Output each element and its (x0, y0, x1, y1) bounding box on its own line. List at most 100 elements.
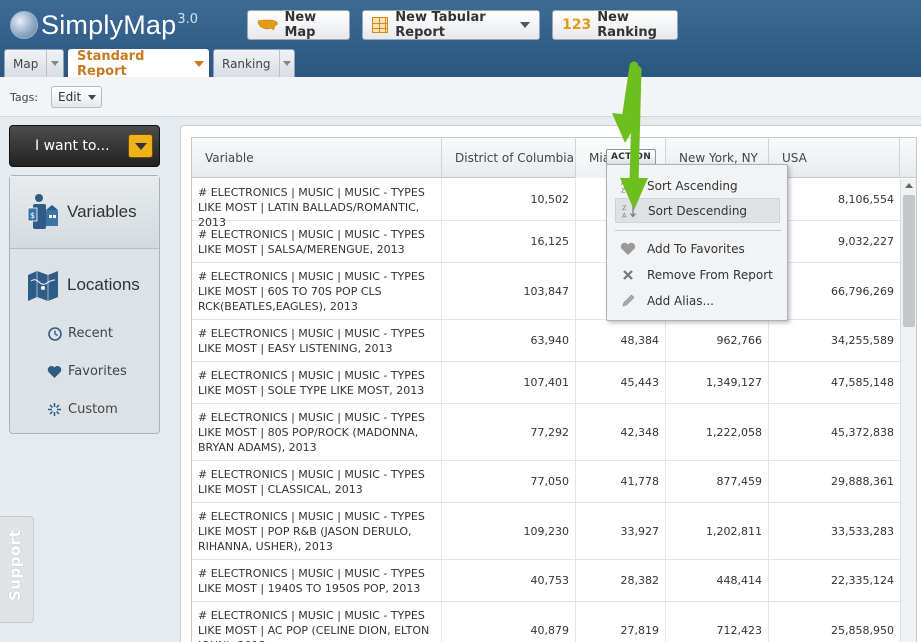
table-row[interactable]: # ELECTRONICS | MUSIC | MUSIC - TYPES LI… (192, 362, 900, 404)
cell-miami: 48,384 (576, 320, 666, 361)
cell-district-of-columbia: 40,879 (442, 602, 576, 642)
menu-add-to-favorites-label: Add To Favorites (647, 241, 745, 256)
cell-variable: # ELECTRONICS | MUSIC | MUSIC - TYPES LI… (192, 602, 442, 642)
cell-variable: # ELECTRONICS | MUSIC | MUSIC - TYPES LI… (192, 404, 442, 460)
chevron-down-icon[interactable] (520, 22, 530, 28)
chevron-down-icon (88, 94, 97, 100)
pencil-icon (619, 293, 637, 309)
scrollbar-thumb[interactable] (903, 195, 915, 327)
menu-add-alias-label: Add Alias... (647, 293, 714, 308)
i-want-to-button[interactable]: I want to... (9, 125, 160, 167)
menu-item-sort-descending[interactable]: ZA Sort Descending (615, 198, 780, 223)
menu-item-add-to-favorites[interactable]: Add To Favorites (615, 236, 780, 261)
sidebar-item-custom[interactable]: Custom (47, 402, 118, 417)
table-row[interactable]: # ELECTRONICS | MUSIC | MUSIC - TYPES LI… (192, 602, 900, 642)
tab-map-label: Map (13, 56, 39, 71)
sidebar-item-favorites[interactable]: Favorites (47, 364, 127, 379)
vertical-scrollbar[interactable] (900, 179, 916, 642)
tab-map[interactable]: Map (4, 49, 64, 77)
column-header-usa[interactable]: USA (769, 138, 900, 178)
heart-icon (619, 241, 637, 257)
sort-descending-icon: ZA (620, 203, 638, 219)
menu-item-sort-ascending[interactable]: AZ Sort Ascending (615, 173, 780, 198)
sidebar-item-variables[interactable]: $ Variables (10, 176, 159, 249)
clock-icon (47, 326, 62, 341)
i-want-to-label: I want to... (35, 138, 110, 154)
menu-separator (615, 230, 781, 231)
column-action-button[interactable]: ACTION (606, 149, 657, 165)
table-row[interactable]: # ELECTRONICS | MUSIC | MUSIC - TYPES LI… (192, 179, 900, 229)
grid-header: Variable District of Columbia Mia New Yo… (192, 138, 916, 178)
cell-miami: 42,348 (576, 404, 666, 460)
cell-new-york: 712,423 (666, 602, 769, 642)
tab-standard-report[interactable]: Standard Report (68, 49, 209, 79)
table-row[interactable]: # ELECTRONICS | MUSIC | MUSIC - TYPES LI… (192, 404, 900, 461)
cell-variable: # ELECTRONICS | MUSIC | MUSIC - TYPES LI… (192, 362, 442, 403)
tags-edit-label: Edit (58, 90, 82, 104)
cell-variable: # ELECTRONICS | MUSIC | MUSIC - TYPES LI… (192, 263, 442, 319)
tab-map-dropdown[interactable] (46, 50, 63, 77)
sidebar-favorites-label: Favorites (68, 364, 127, 379)
menu-item-remove-from-report[interactable]: Remove From Report (615, 262, 780, 287)
logo-version: 3.0 (177, 12, 199, 27)
cell-new-york: 1,349,127 (666, 362, 769, 403)
sidebar-item-recent[interactable]: Recent (47, 326, 113, 341)
simplymap-logo[interactable]: SimplyMap 3.0 (10, 10, 198, 40)
chevron-down-icon (282, 61, 291, 66)
sidebar-item-locations[interactable]: Locations (10, 250, 159, 320)
chevron-down-icon (134, 142, 147, 150)
svg-text:$: $ (30, 211, 35, 220)
table-row[interactable]: # ELECTRONICS | MUSIC | MUSIC - TYPES LI… (192, 263, 900, 320)
cell-district-of-columbia: 16,125 (442, 221, 576, 262)
close-icon (619, 267, 637, 283)
support-tab[interactable]: Support (0, 516, 34, 623)
cell-variable: # ELECTRONICS | MUSIC | MUSIC - TYPES LI… (192, 179, 442, 229)
tab-standard-report-dropdown[interactable] (191, 50, 208, 78)
sidebar-panel: $ Variables Locations Recent Favorites C… (9, 175, 160, 434)
column-header-label: New York, NY (679, 151, 758, 165)
table-row[interactable]: # ELECTRONICS | MUSIC | MUSIC - TYPES LI… (192, 320, 900, 362)
cell-new-york: 877,459 (666, 461, 769, 502)
new-ranking-button[interactable]: 123 New Ranking (552, 10, 678, 40)
table-row[interactable]: # ELECTRONICS | MUSIC | MUSIC - TYPES LI… (192, 560, 900, 602)
column-action-menu: AZ Sort Ascending ZA Sort Descending Add… (606, 164, 788, 321)
svg-text:A: A (622, 211, 627, 219)
tags-edit-dropdown[interactable]: Edit (51, 86, 102, 108)
i-want-to-dropdown-arrow[interactable] (128, 134, 153, 158)
scroll-up-arrow-icon[interactable] (905, 183, 913, 188)
cell-usa: 8,106,554 (838, 193, 894, 206)
support-label: Support (6, 529, 24, 601)
svg-text:Z: Z (621, 186, 626, 194)
app-header: SimplyMap 3.0 New Map New Tabular Report… (0, 0, 921, 79)
column-header-variable[interactable]: Variable (192, 138, 442, 178)
cell-usa: 9,032,227 (838, 235, 894, 248)
globe-icon (10, 11, 38, 39)
table-row[interactable]: # ELECTRONICS | MUSIC | MUSIC - TYPES LI… (192, 461, 900, 503)
new-map-button[interactable]: New Map (247, 10, 350, 40)
cell-miami: 27,819 (576, 602, 666, 642)
tags-label: Tags: (10, 91, 39, 104)
table-row[interactable]: # ELECTRONICS | MUSIC | MUSIC - TYPES LI… (192, 503, 900, 560)
us-map-icon (257, 19, 278, 31)
heart-icon (47, 364, 62, 379)
sidebar-locations-label: Locations (67, 275, 140, 294)
menu-sort-ascending-label: Sort Ascending (647, 178, 738, 193)
cell-usa: 33,533,283 (831, 524, 894, 538)
table-row[interactable]: # ELECTRONICS | MUSIC | MUSIC - TYPES LI… (192, 221, 900, 263)
tab-ranking-label: Ranking (222, 56, 271, 71)
menu-item-add-alias[interactable]: Add Alias... (615, 288, 780, 313)
cell-variable: # ELECTRONICS | MUSIC | MUSIC - TYPES LI… (192, 461, 442, 502)
cell-usa: 25,858,950 (831, 623, 894, 637)
ranking-123-icon: 123 (562, 17, 592, 33)
new-tabular-report-button[interactable]: New Tabular Report (362, 10, 540, 40)
cell-miami: 28,382 (576, 560, 666, 601)
cell-variable: # ELECTRONICS | MUSIC | MUSIC - TYPES LI… (192, 503, 442, 559)
column-header-district-of-columbia[interactable]: District of Columbia (442, 138, 576, 178)
tab-ranking[interactable]: Ranking (213, 49, 295, 77)
cell-district-of-columbia: 40,753 (442, 560, 576, 601)
cell-usa: 29,888,361 (831, 475, 894, 488)
sidebar-custom-label: Custom (68, 402, 118, 417)
cell-new-york: 1,222,058 (666, 404, 769, 460)
tab-ranking-dropdown[interactable] (278, 50, 294, 77)
cell-usa: 34,255,589 (831, 334, 894, 347)
